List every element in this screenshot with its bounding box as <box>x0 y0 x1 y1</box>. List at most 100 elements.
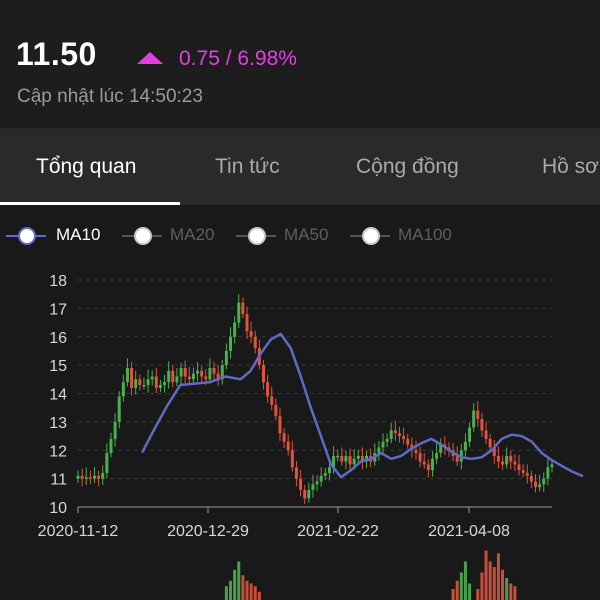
candle-body <box>389 430 393 439</box>
candle-body <box>505 455 509 465</box>
candle-body <box>311 484 315 490</box>
volume-bar <box>488 561 492 600</box>
candle-body <box>158 384 162 388</box>
candle-body <box>278 416 282 434</box>
price-chart[interactable]: 10 11 12 13 14 15 16 17 18 2020-11-12 2020-12-29 20… <box>0 255 600 600</box>
candle-body <box>356 455 360 459</box>
y-tick-label: 17 <box>49 301 67 318</box>
candle-body <box>261 365 265 383</box>
current-price: 11.50 <box>16 36 97 72</box>
tab-overview[interactable]: Tổng quan <box>36 129 136 205</box>
candle-body <box>422 461 426 465</box>
volume-bar <box>229 580 233 600</box>
tab-news[interactable]: Tin tức <box>215 129 280 205</box>
volume-bar <box>459 572 463 600</box>
candle-body <box>290 450 294 468</box>
y-tick-label: 13 <box>49 415 67 432</box>
y-tick-label: 10 <box>49 500 67 517</box>
volume-bar <box>480 572 484 600</box>
last-updated: Cập nhật lúc 14:50:23 <box>17 86 203 107</box>
candle-body <box>546 467 550 479</box>
candle-body <box>154 376 158 388</box>
volume-bar <box>224 586 228 600</box>
candle-body <box>109 438 113 454</box>
tab-bar: Tổng quan Tin tức Cộng đồng Hồ sơ <box>0 129 600 205</box>
volume-bar <box>233 569 237 600</box>
candle-body <box>249 331 253 337</box>
y-tick-label: 16 <box>49 330 67 347</box>
candle-body <box>187 376 191 380</box>
x-tick-label: 2020-11-12 <box>38 523 119 540</box>
legend-label-ma50: MA50 <box>284 225 329 244</box>
volume-bar <box>249 583 253 600</box>
candle-body <box>336 455 340 458</box>
legend-ma10[interactable]: MA10 <box>6 218 106 252</box>
quote-header: 11.50 0.75 / 6.98% Cập nhật lúc 14:50:23 <box>0 0 600 129</box>
candle-body <box>183 367 187 377</box>
candle-body <box>113 421 117 439</box>
legend-ma20[interactable]: MA20 <box>122 218 232 252</box>
candle-body <box>430 458 434 471</box>
y-tick-label: 15 <box>49 358 67 375</box>
candle-body <box>517 464 521 471</box>
candle-body <box>480 419 484 431</box>
candle-body <box>163 382 167 385</box>
y-tick-label: 11 <box>50 472 67 489</box>
up-arrow-icon <box>137 52 163 64</box>
candle-body <box>538 484 542 488</box>
candle-body <box>233 322 237 337</box>
candle-body <box>229 336 233 351</box>
candle-body <box>101 472 105 479</box>
candle-body <box>125 367 129 383</box>
legend-label-ma100: MA100 <box>398 225 452 244</box>
toggle-dot-icon <box>248 227 266 245</box>
candle-body <box>468 427 472 442</box>
candle-body <box>146 379 150 385</box>
candle-body <box>348 455 352 465</box>
candle-body <box>418 453 422 462</box>
legend-label-ma10: MA10 <box>56 225 101 244</box>
candle-body <box>286 441 290 451</box>
candle-body <box>319 475 323 482</box>
candle-body <box>245 314 249 332</box>
candle-body <box>134 379 138 388</box>
candle-body <box>476 410 480 420</box>
candle-body <box>496 455 500 462</box>
volume-bar <box>253 586 257 600</box>
candle-body <box>175 376 179 383</box>
tab-community[interactable]: Cộng đồng <box>356 129 459 205</box>
candle-body <box>426 464 430 471</box>
volume-bar <box>484 550 488 600</box>
candle-body <box>117 396 121 422</box>
candle-body <box>237 302 241 323</box>
volume-bar <box>451 589 455 600</box>
candle-body <box>208 367 212 380</box>
candle-body <box>303 489 307 499</box>
toggle-dot-icon <box>18 227 36 245</box>
candle-body <box>534 481 538 488</box>
tab-profile[interactable]: Hồ sơ <box>542 129 599 205</box>
candle-body <box>406 438 410 445</box>
candle-body <box>307 489 311 499</box>
volume-bar <box>476 589 480 600</box>
candle-body <box>294 467 298 479</box>
volume-bar <box>496 553 500 600</box>
toggle-dot-icon <box>362 227 380 245</box>
candle-body <box>385 438 389 442</box>
legend-ma50[interactable]: MA50 <box>236 218 346 252</box>
y-tick-label: 18 <box>49 273 67 290</box>
candle-body <box>344 455 348 462</box>
toggle-dot-icon <box>134 227 152 245</box>
candle-body <box>274 404 278 417</box>
legend-ma100[interactable]: MA100 <box>350 218 470 252</box>
candle-body <box>253 336 257 349</box>
candle-body <box>340 455 344 462</box>
candle-body <box>484 430 488 439</box>
candle-body <box>76 475 80 479</box>
candle-body <box>167 370 171 383</box>
volume-bar <box>513 586 517 600</box>
volume-bar <box>501 569 505 600</box>
price-change: 0.75 / 6.98% <box>179 47 297 70</box>
candle-body <box>542 478 546 485</box>
candle-body <box>200 370 204 377</box>
